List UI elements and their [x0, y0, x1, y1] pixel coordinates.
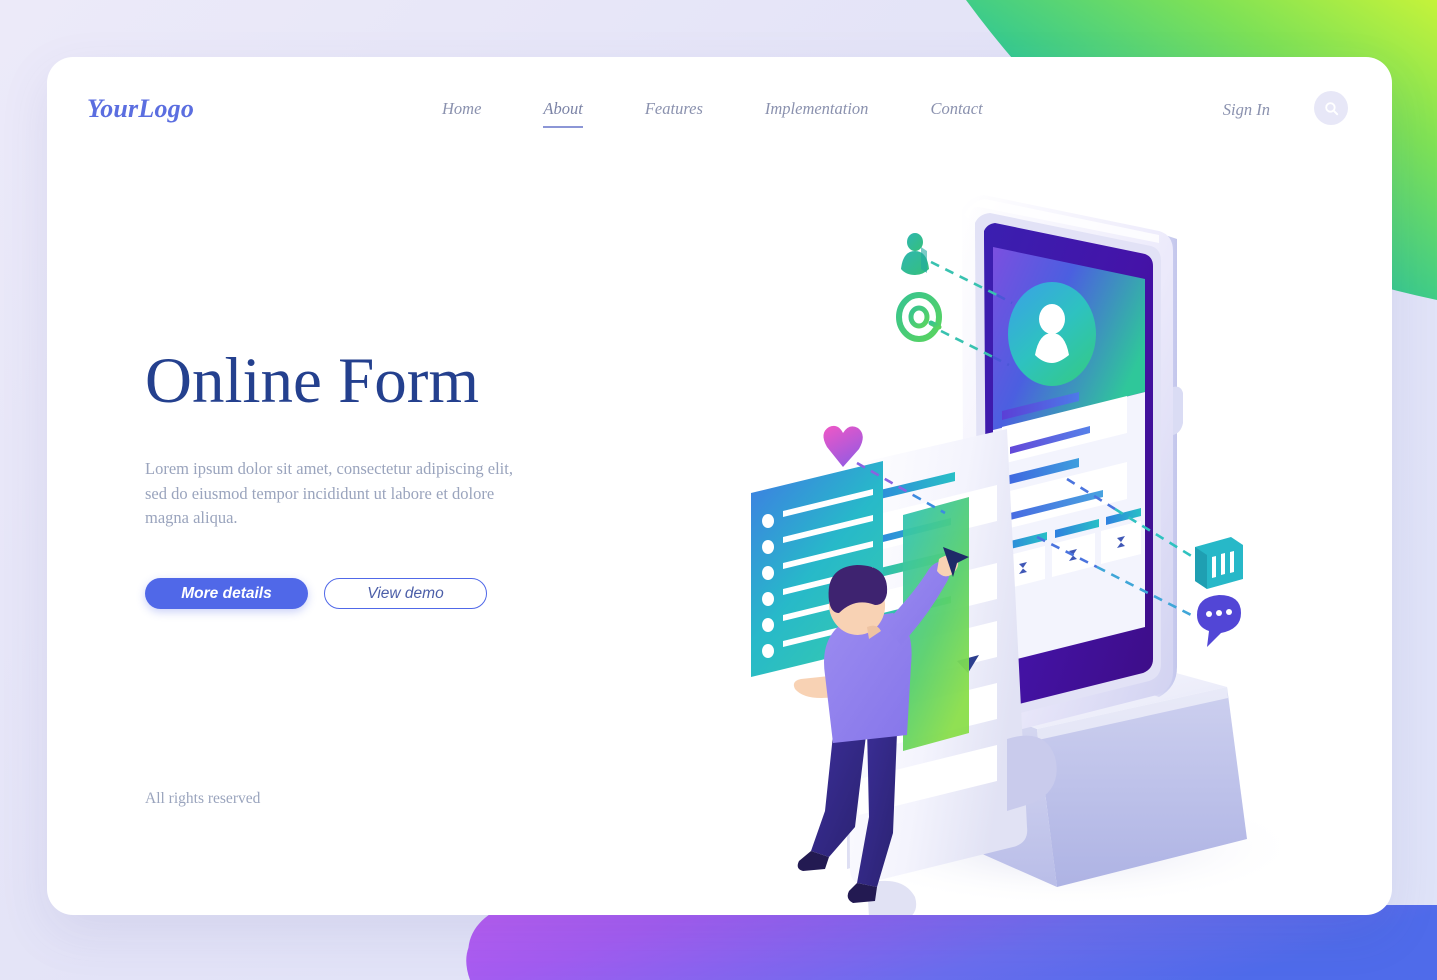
chat-bubble-icon [1197, 595, 1241, 647]
hero-illustration [707, 127, 1327, 915]
nav-item-home[interactable]: Home [442, 99, 481, 128]
nav-item-contact[interactable]: Contact [930, 99, 982, 128]
main-navigation: Home About Features Implementation Conta… [442, 99, 983, 128]
more-details-button[interactable]: More details [145, 578, 308, 609]
avatar [1008, 282, 1096, 386]
hero-section: Online Form Lorem ipsum dolor sit amet, … [145, 347, 605, 609]
search-button[interactable] [1314, 91, 1348, 125]
search-icon [1324, 101, 1338, 115]
heart-icon [823, 425, 863, 467]
hero-button-group: More details View demo [145, 578, 605, 609]
calendar-icon [1195, 537, 1243, 589]
rights-text: All rights reserved [145, 790, 261, 807]
view-demo-button[interactable]: View demo [324, 578, 487, 609]
at-email-icon [896, 292, 942, 342]
page-title: Online Form [145, 345, 480, 417]
person-icon [901, 233, 929, 275]
nav-item-about[interactable]: About [543, 99, 583, 128]
nav-item-implementation[interactable]: Implementation [765, 99, 869, 128]
hero-subtitle: Lorem ipsum dolor sit amet, consectetur … [145, 459, 513, 527]
nav-item-features[interactable]: Features [645, 99, 703, 128]
sign-in-link[interactable]: Sign In [1223, 100, 1270, 120]
logo[interactable]: YourLogo [87, 94, 194, 124]
isometric-illustration [751, 195, 1302, 915]
main-card: YourLogo Home About Features Implementat… [47, 57, 1392, 915]
